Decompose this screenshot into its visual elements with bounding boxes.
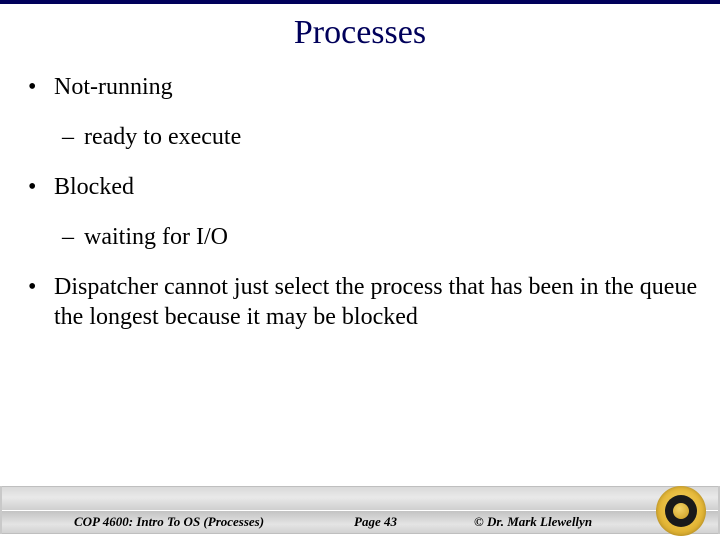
bullet-text: Not-running	[54, 72, 700, 102]
ucf-pegasus-logo	[656, 486, 706, 536]
slide-title: Processes	[0, 14, 720, 52]
bullet-dot-icon: •	[28, 172, 54, 202]
footer-top-strip	[2, 486, 718, 510]
bullet-dot-icon: •	[28, 272, 54, 302]
slide-content: • Not-running – ready to execute • Block…	[28, 72, 700, 352]
footer: COP 4600: Intro To OS (Processes) Page 4…	[2, 486, 718, 534]
bullet-text: waiting for I/O	[84, 222, 700, 252]
bullet-dash-icon: –	[62, 222, 84, 252]
footer-author: © Dr. Mark Llewellyn	[474, 514, 592, 530]
footer-frame-left	[0, 486, 2, 534]
logo-inner	[665, 495, 697, 527]
subbullet-waiting-io: – waiting for I/O	[62, 222, 700, 252]
footer-bottom-strip: COP 4600: Intro To OS (Processes) Page 4…	[2, 510, 718, 535]
bullet-text: Dispatcher cannot just select the proces…	[54, 272, 700, 332]
bullet-not-running: • Not-running	[28, 72, 700, 102]
logo-disc	[656, 486, 706, 536]
bullet-dispatcher: • Dispatcher cannot just select the proc…	[28, 272, 700, 332]
bullet-text: ready to execute	[84, 122, 700, 152]
bullet-blocked: • Blocked	[28, 172, 700, 202]
footer-course: COP 4600: Intro To OS (Processes)	[74, 514, 264, 530]
bullet-dash-icon: –	[62, 122, 84, 152]
top-rule	[0, 0, 720, 4]
pegasus-icon	[673, 503, 689, 519]
footer-page: Page 43	[354, 514, 397, 530]
bullet-dot-icon: •	[28, 72, 54, 102]
bullet-text: Blocked	[54, 172, 700, 202]
subbullet-ready: – ready to execute	[62, 122, 700, 152]
